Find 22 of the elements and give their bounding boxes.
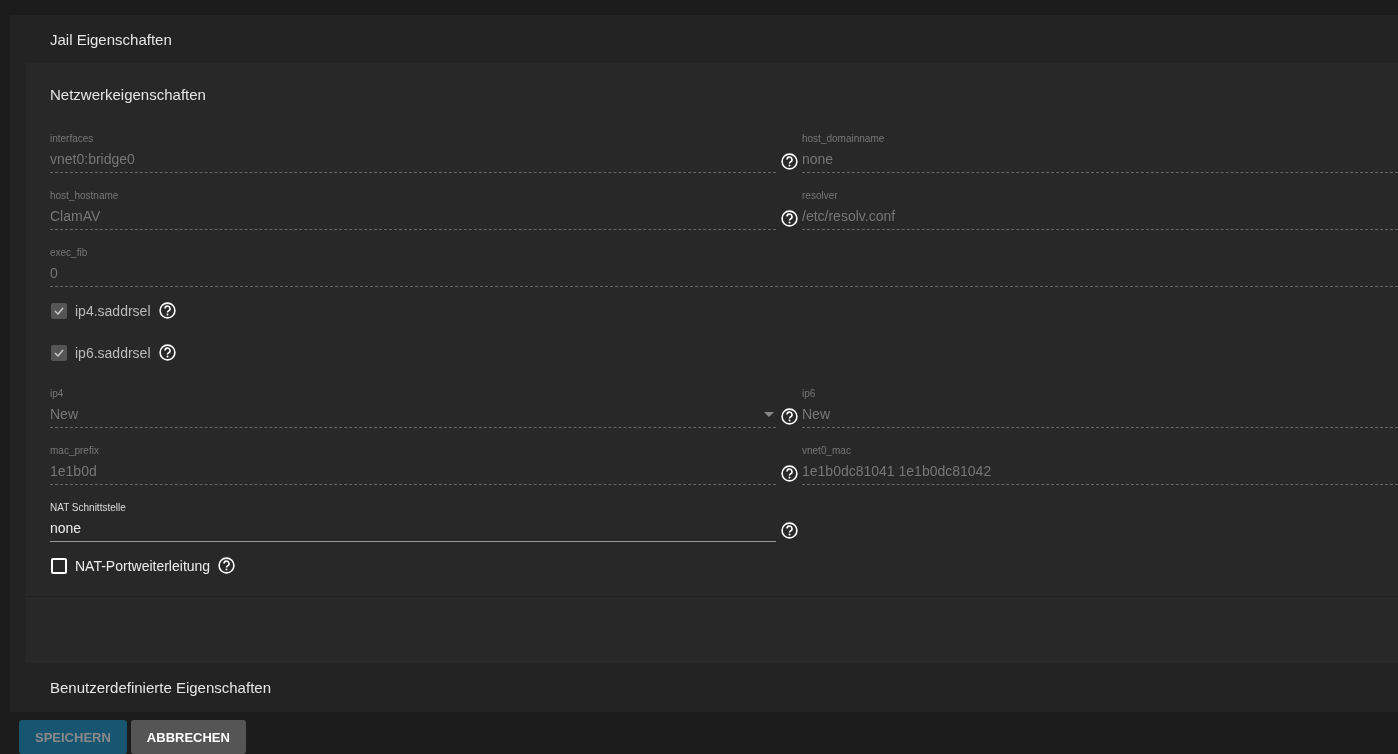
- field-label: host_hostname: [50, 189, 119, 203]
- field-label: interfaces: [50, 132, 94, 146]
- help-icon[interactable]: [218, 557, 236, 574]
- checkbox-label: ip6.saddrsel: [75, 344, 151, 361]
- field-label: NAT Schnittstelle: [50, 501, 126, 515]
- checkmark-icon: [54, 306, 64, 315]
- field-label: ip6: [802, 387, 816, 401]
- panel-title[interactable]: Benutzerdefinierte Eigenschaften: [50, 679, 271, 696]
- checkmark-icon: [54, 348, 64, 357]
- section-title: Netzwerkeigenschaften: [50, 86, 206, 103]
- field-label: ip4: [50, 387, 64, 401]
- cancel-button[interactable]: ABBRECHEN: [130, 720, 246, 754]
- input-field[interactable]: none: [50, 515, 776, 542]
- panel-title: Jail Eigenschaften: [50, 30, 172, 48]
- field-label: mac_prefix: [50, 444, 99, 458]
- checkbox-label: NAT-Portweiterleitung: [75, 557, 211, 574]
- field-label: host_domainname: [802, 132, 885, 146]
- checkbox-label: ip4.saddrsel: [75, 302, 151, 319]
- field-label: exec_fib: [50, 246, 88, 260]
- field-label: vnet0_mac: [802, 444, 851, 458]
- help-icon[interactable]: [780, 522, 798, 539]
- field-label: resolver: [802, 189, 838, 203]
